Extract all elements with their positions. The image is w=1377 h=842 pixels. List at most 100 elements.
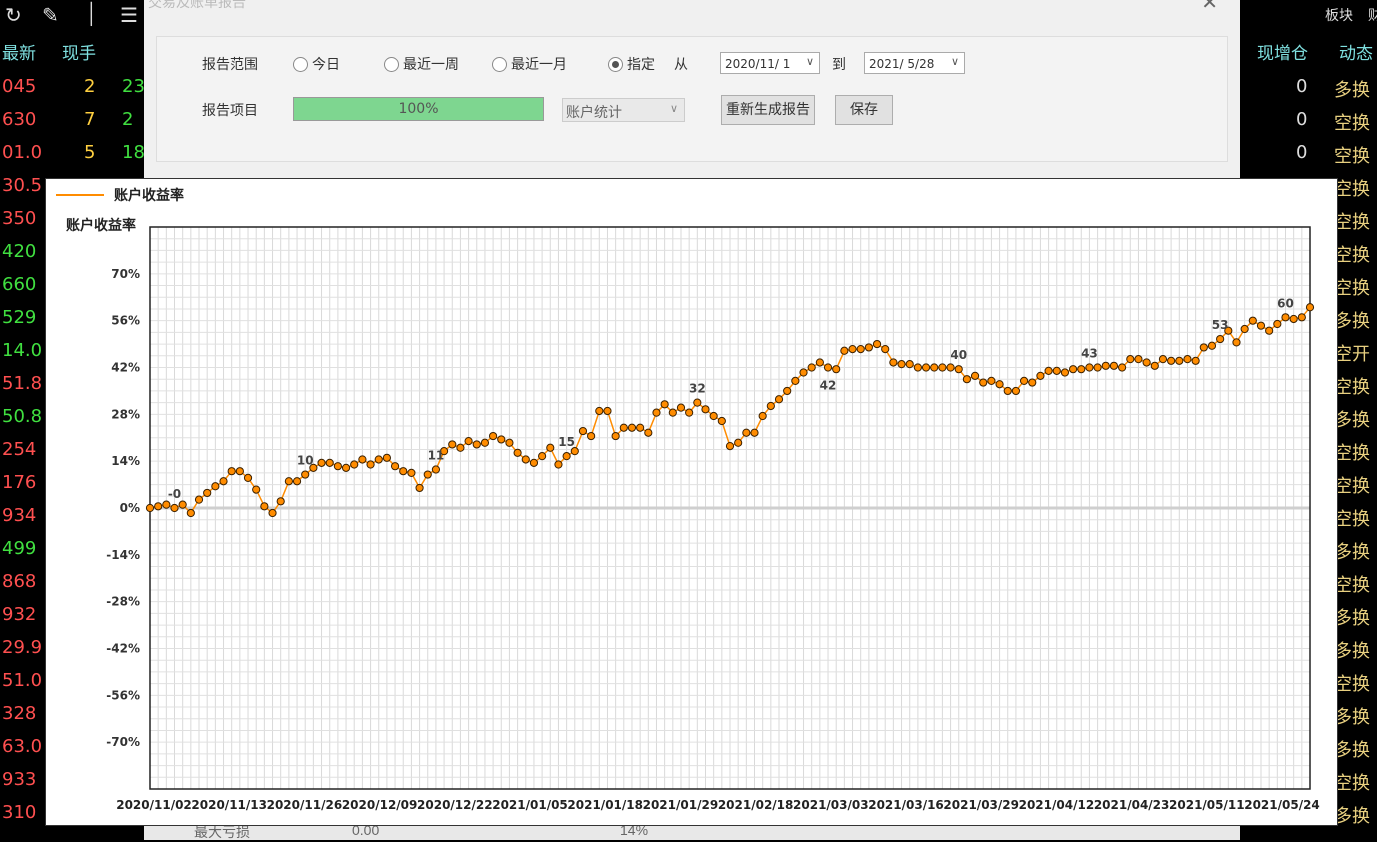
radio-week[interactable] — [384, 57, 399, 72]
dynamic-status: 多换 — [1334, 740, 1370, 761]
data-point — [1109, 361, 1119, 370]
quote-row[interactable]: 045 2 23 — [0, 70, 145, 103]
data-point — [930, 363, 939, 372]
finance-tab[interactable]: 财 — [1368, 5, 1377, 25]
dynamic-status: 空换 — [1334, 476, 1370, 497]
radio-month[interactable] — [492, 57, 507, 72]
data-point — [350, 460, 359, 469]
line-icon[interactable]: │ — [86, 3, 99, 26]
data-point — [480, 438, 490, 447]
legend-label: 账户收益率 — [114, 187, 184, 204]
radio-custom[interactable] — [608, 57, 623, 72]
data-point — [178, 500, 187, 509]
dynamic-status: 空换 — [1334, 113, 1370, 134]
close-icon[interactable]: ✕ — [1201, 0, 1218, 15]
data-point — [1052, 366, 1061, 375]
chevron-down-icon[interactable]: ∨ — [670, 102, 678, 115]
data-point — [881, 345, 890, 354]
latest-price: 934 — [2, 505, 37, 526]
x-tick-label: 2021/05/24 — [1244, 798, 1320, 812]
menu-icon[interactable]: ☰ — [120, 3, 138, 28]
data-point — [284, 477, 293, 486]
data-point — [750, 428, 759, 437]
col-header-volume[interactable]: 现手 — [62, 39, 96, 64]
latest-price: 420 — [2, 241, 37, 262]
data-point — [1093, 363, 1102, 372]
col-header-latest[interactable]: 最新 — [2, 39, 36, 64]
data-point — [399, 467, 408, 476]
y-tick-label: 14% — [111, 454, 140, 468]
data-point — [1199, 343, 1208, 352]
dynamic-status: 多换 — [1334, 608, 1370, 629]
y-tick-label: -28% — [106, 595, 140, 609]
refresh-icon[interactable]: ↻ — [5, 3, 22, 28]
data-point — [611, 431, 620, 441]
data-point — [341, 463, 351, 472]
data-point — [317, 458, 326, 467]
col-header-dynamic[interactable]: 动态 — [1339, 39, 1373, 64]
latest-price: 045 — [2, 76, 37, 97]
x-tick-label: 2021/02/18 — [718, 798, 794, 812]
data-point — [1191, 356, 1200, 365]
radio-today[interactable] — [293, 57, 308, 72]
to-label: 到 — [832, 57, 846, 73]
latest-price: 499 — [2, 538, 37, 559]
data-point — [995, 380, 1004, 389]
quote-row[interactable]: 01.0 5 180 — [0, 136, 156, 169]
draw-icon[interactable]: ✎ — [42, 3, 59, 28]
dynamic-status: 空换 — [1334, 443, 1370, 464]
dynamic-status: 空换 — [1334, 278, 1370, 299]
data-point — [1077, 365, 1086, 374]
regenerate-report-button[interactable]: 重新生成报告 — [721, 95, 815, 125]
chevron-down-icon[interactable]: ∨ — [806, 55, 814, 68]
dynamic-status: 空换 — [1334, 377, 1370, 398]
progress-bar: 100% — [293, 97, 544, 121]
latest-price: 50.8 — [2, 406, 43, 427]
quote-row[interactable]: 0 多换 — [1240, 70, 1377, 103]
data-point — [1028, 378, 1037, 387]
data-point — [913, 363, 922, 372]
col-header-pos-change[interactable]: 现增仓 — [1257, 39, 1308, 64]
data-point — [627, 423, 637, 432]
data-point — [815, 358, 824, 367]
data-point — [252, 485, 261, 494]
position-change: 0 — [1296, 76, 1308, 97]
data-point — [194, 495, 204, 504]
dynamic-status: 空换 — [1334, 674, 1370, 695]
radio-week-label[interactable]: 最近一周 — [403, 54, 459, 74]
latest-price: 51.0 — [2, 670, 43, 691]
data-point — [987, 376, 996, 385]
data-point — [1289, 314, 1298, 324]
x-tick-label: 2021/03/03 — [793, 798, 869, 812]
data-label: -0 — [168, 487, 181, 501]
data-point — [660, 400, 669, 409]
extra-value: 2 — [122, 109, 134, 130]
data-point — [889, 358, 898, 367]
data-point — [897, 360, 906, 369]
x-tick-label: 2020/11/26 — [267, 798, 343, 812]
x-tick-label: 2021/01/29 — [643, 798, 719, 812]
radio-today-label[interactable]: 今日 — [312, 54, 340, 74]
x-tick-label: 2021/01/05 — [492, 798, 568, 812]
save-button[interactable]: 保存 — [835, 95, 893, 125]
to-date-picker[interactable]: 2021/ 5/28 ∨ — [864, 52, 965, 74]
data-point — [243, 473, 253, 482]
from-date-picker[interactable]: 2020/11/ 1 ∨ — [720, 52, 820, 74]
data-point — [562, 452, 571, 461]
y-axis-label: 账户收益率 — [66, 217, 136, 234]
radio-month-label[interactable]: 最近一月 — [511, 54, 567, 74]
data-point — [709, 411, 718, 421]
radio-custom-label[interactable]: 指定 — [627, 54, 655, 74]
latest-price: 14.0 — [2, 340, 43, 361]
data-point — [211, 482, 220, 491]
data-point — [1183, 355, 1192, 364]
data-point — [962, 375, 972, 384]
quote-row[interactable]: 0 空换 — [1240, 136, 1377, 169]
sector-tab[interactable]: 板块 — [1325, 5, 1353, 25]
chevron-down-icon[interactable]: ∨ — [951, 55, 959, 68]
report-item-select[interactable]: 账户统计 ∨ — [562, 98, 685, 122]
quote-row[interactable]: 630 7 2 — [0, 103, 144, 136]
quote-row[interactable]: 0 空换 — [1240, 103, 1377, 136]
from-label: 从 — [674, 57, 688, 73]
data-point — [1281, 313, 1290, 322]
